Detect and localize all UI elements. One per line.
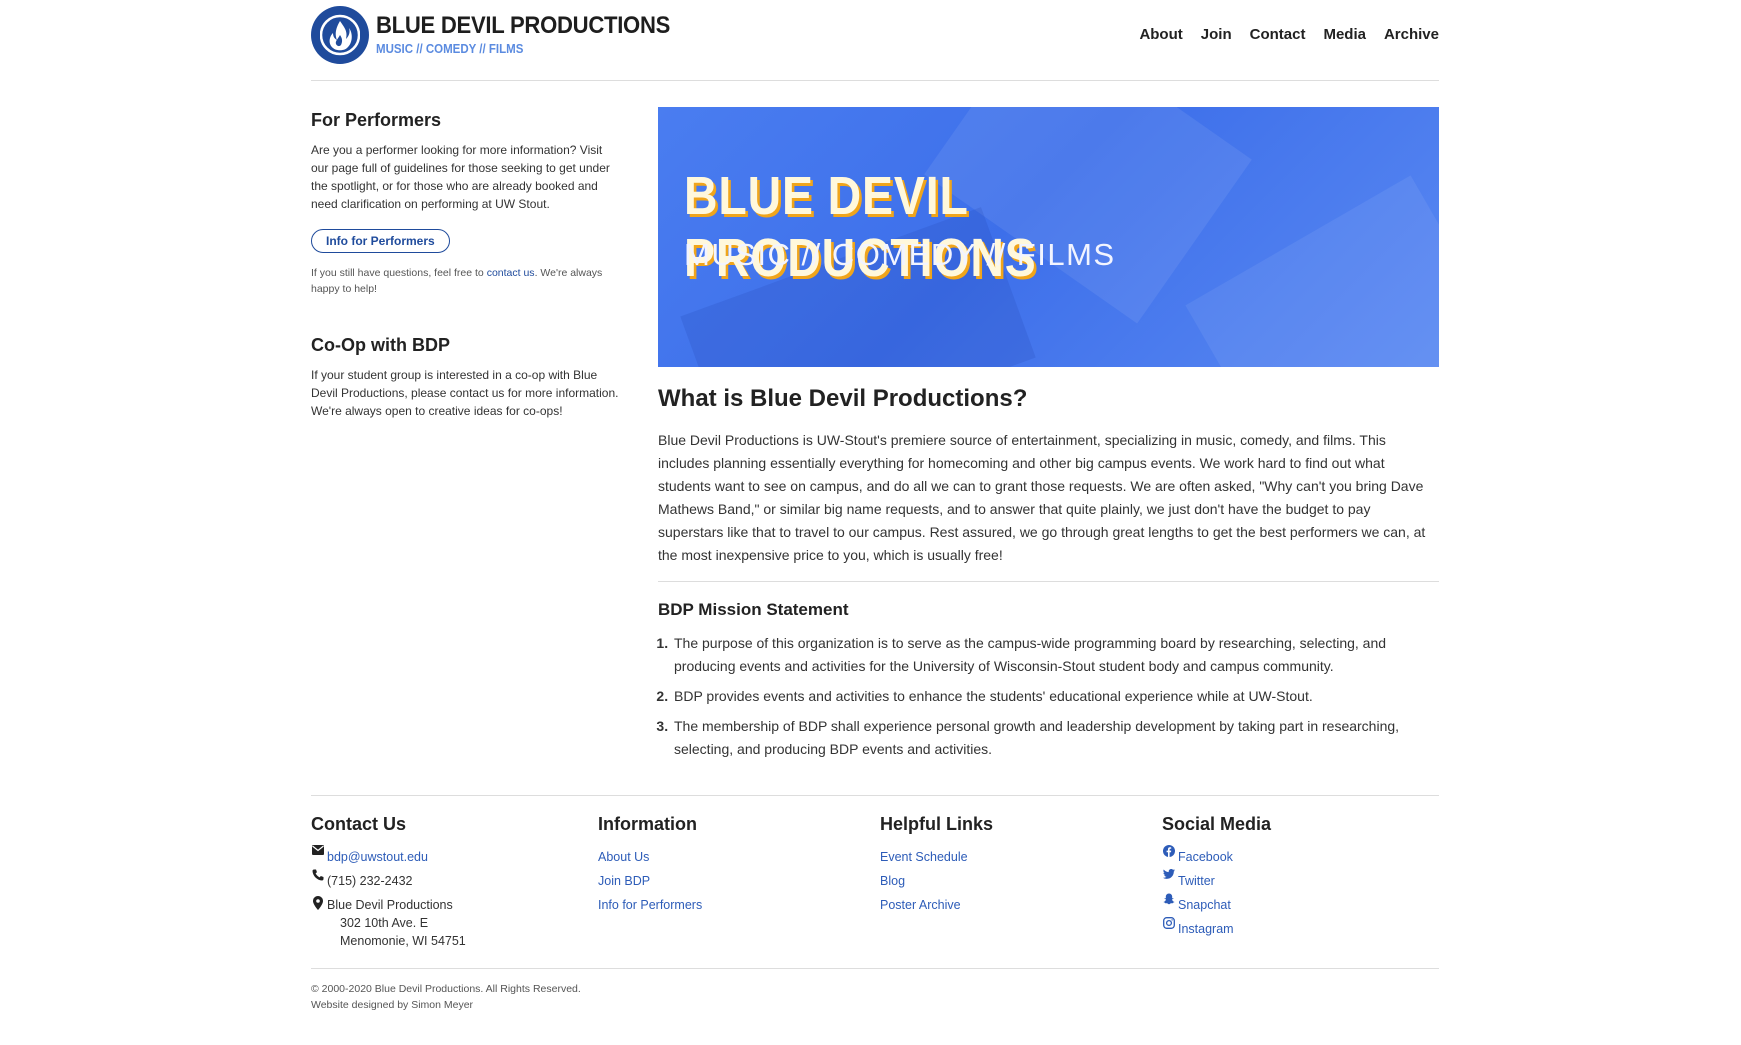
- nav-join[interactable]: Join: [1201, 26, 1232, 43]
- mission-item: BDP provides events and activities to en…: [672, 685, 1439, 708]
- about-us-link[interactable]: About Us: [598, 845, 649, 869]
- facebook-icon: [1162, 845, 1175, 857]
- address-line: Blue Devil Productions: [327, 898, 453, 912]
- phone-icon: [311, 869, 324, 881]
- email-link[interactable]: bdp@uwstout.edu: [327, 845, 428, 869]
- copyright-block: © 2000-2020 Blue Devil Productions. All …: [311, 968, 1439, 1013]
- address-line: 302 10th Ave. E: [340, 916, 429, 930]
- main-content: BLUE DEVIL PRODUCTIONS MUSIC // COMEDY /…: [658, 107, 1439, 768]
- copyright-text: © 2000-2020 Blue Devil Productions. All …: [311, 983, 581, 995]
- site-footer: Contact Us bdp@uwstout.edu (715) 232-243…: [311, 795, 1439, 948]
- performers-heading: For Performers: [311, 110, 442, 130]
- site-header: BLUE DEVIL PRODUCTIONS MUSIC // COMEDY /…: [311, 0, 1439, 81]
- twitter-link[interactable]: Twitter: [1178, 869, 1215, 893]
- poster-archive-link[interactable]: Poster Archive: [880, 893, 961, 917]
- info-for-performers-button[interactable]: Info for Performers: [311, 229, 450, 253]
- footer-email: bdp@uwstout.edu: [311, 845, 466, 869]
- instagram-icon: [1162, 917, 1175, 929]
- footer-contact-heading: Contact Us: [311, 814, 407, 834]
- facebook-link[interactable]: Facebook: [1178, 845, 1233, 869]
- snapchat-icon: [1162, 893, 1175, 905]
- footer-helpful-heading: Helpful Links: [880, 814, 994, 834]
- social-item: Snapchat: [1162, 893, 1271, 917]
- coop-text: If your student group is interested in a…: [311, 368, 619, 418]
- footer-helpful-links: Helpful Links Event Schedule Blog Poster…: [880, 814, 993, 917]
- mission-item: The purpose of this organization is to s…: [672, 632, 1439, 678]
- nav-contact[interactable]: Contact: [1250, 26, 1306, 43]
- divider: [658, 581, 1439, 582]
- info-for-performers-link[interactable]: Info for Performers: [598, 893, 702, 917]
- address-lines: Blue Devil Productions 302 10th Ave. E M…: [327, 896, 466, 950]
- logo-flame-icon[interactable]: [311, 6, 369, 64]
- social-item: Facebook: [1162, 845, 1271, 869]
- about-intro: Blue Devil Productions is UW-Stout's pre…: [658, 432, 1426, 563]
- footer-contact: Contact Us bdp@uwstout.edu (715) 232-243…: [311, 814, 466, 950]
- instagram-link[interactable]: Instagram: [1178, 917, 1234, 941]
- footer-address: Blue Devil Productions 302 10th Ave. E M…: [311, 896, 466, 950]
- nav-about[interactable]: About: [1139, 26, 1182, 43]
- map-marker-icon: [311, 896, 324, 910]
- mission-item: The membership of BDP shall experience p…: [672, 715, 1439, 761]
- footer-information-heading: Information: [598, 814, 697, 834]
- brand-title[interactable]: BLUE DEVIL PRODUCTIONS: [376, 12, 670, 40]
- brand-subtitle: MUSIC // COMEDY // FILMS: [376, 42, 524, 56]
- about-heading: What is Blue Devil Productions?: [658, 385, 1028, 412]
- phone-number: (715) 232-2432: [327, 874, 413, 888]
- social-item: Twitter: [1162, 869, 1271, 893]
- designer-credit: Website designed by Simon Meyer: [311, 999, 474, 1011]
- hero-banner: BLUE DEVIL PRODUCTIONS MUSIC // COMEDY /…: [658, 107, 1439, 367]
- contact-note: If you still have questions, feel free t…: [311, 265, 621, 297]
- coop-section: Co-Op with BDP If your student group is …: [311, 335, 621, 420]
- blog-link[interactable]: Blog: [880, 869, 905, 893]
- contact-us-link[interactable]: contact us: [487, 267, 535, 279]
- snapchat-link[interactable]: Snapchat: [1178, 893, 1231, 917]
- performers-text: Are you a performer looking for more inf…: [311, 143, 610, 211]
- event-schedule-link[interactable]: Event Schedule: [880, 845, 968, 869]
- contact-note-before: If you still have questions, feel free t…: [311, 267, 487, 279]
- coop-heading: Co-Op with BDP: [311, 335, 450, 355]
- twitter-icon: [1162, 869, 1175, 879]
- main-nav: About Join Contact Media Archive: [1139, 26, 1439, 43]
- mission-list: The purpose of this organization is to s…: [658, 632, 1439, 761]
- mission-heading: BDP Mission Statement: [658, 600, 849, 619]
- nav-archive[interactable]: Archive: [1384, 26, 1439, 43]
- banner-subtitle: MUSIC // COMEDY // FILMS: [684, 237, 1116, 272]
- join-bdp-link[interactable]: Join BDP: [598, 869, 650, 893]
- envelope-icon: [311, 845, 324, 855]
- footer-social-heading: Social Media: [1162, 814, 1272, 834]
- address-line: Menomonie, WI 54751: [340, 934, 466, 948]
- footer-phone: (715) 232-2432: [311, 869, 466, 893]
- footer-information: Information About Us Join BDP Info for P…: [598, 814, 702, 917]
- sidebar: For Performers Are you a performer looki…: [311, 110, 621, 420]
- nav-media[interactable]: Media: [1323, 26, 1366, 43]
- social-item: Instagram: [1162, 917, 1271, 941]
- footer-social-media: Social Media Facebook Twitter Snapchat I…: [1162, 814, 1271, 941]
